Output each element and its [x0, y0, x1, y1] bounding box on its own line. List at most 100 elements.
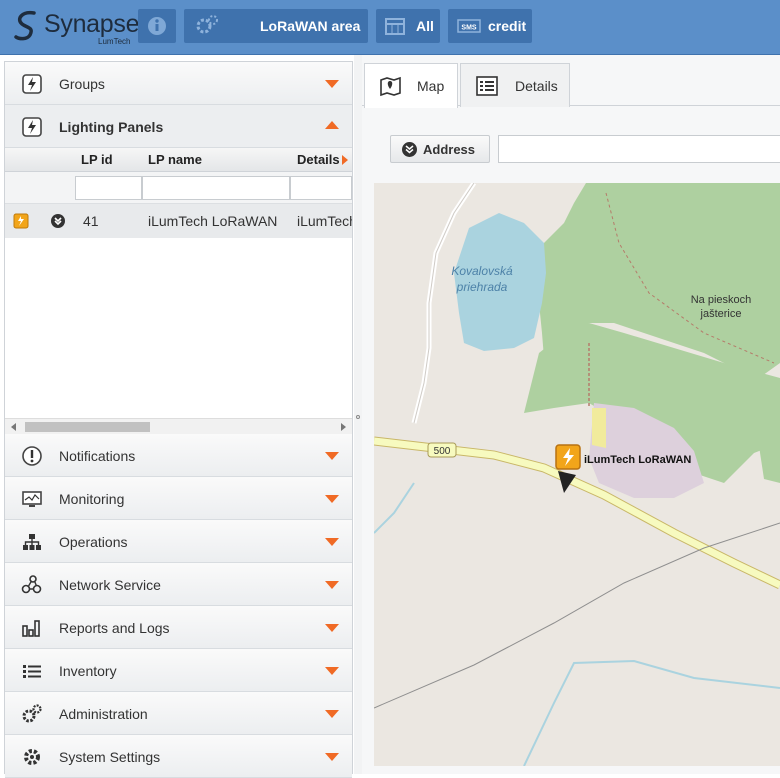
tab-bar: Map Details: [362, 55, 780, 108]
chevron-down-icon: [325, 452, 339, 460]
gears-icon: [196, 15, 218, 34]
area-label: LoRaWAN area: [260, 18, 361, 34]
network-service-label: Network Service: [59, 577, 161, 593]
scroll-right-icon[interactable]: [341, 155, 349, 165]
synapse-logo-mark: [14, 10, 36, 41]
administration-label: Administration: [59, 706, 148, 722]
credit-label: credit: [488, 18, 527, 34]
grid-header: LP id LP name Details: [5, 148, 352, 172]
details-icon: [476, 76, 498, 96]
chevron-down-icon: [325, 753, 339, 761]
network-service-header[interactable]: Network Service: [5, 563, 352, 606]
column-header-lp-name[interactable]: LP name: [148, 152, 202, 167]
chevron-down-icon: [325, 667, 339, 675]
filter-details-input[interactable]: [290, 176, 352, 200]
notifications-header[interactable]: Notifications: [5, 434, 352, 477]
address-button-label: Address: [423, 142, 476, 157]
exclamation-icon: [22, 446, 42, 466]
horizontal-scrollbar[interactable]: [5, 418, 352, 434]
scrollbar-thumb[interactable]: [25, 422, 150, 432]
chevron-down-icon: [325, 495, 339, 503]
chevron-up-icon: [325, 121, 339, 129]
sms-icon: SMS: [457, 19, 481, 33]
system-settings-header[interactable]: System Settings: [5, 735, 352, 778]
main-area: Map Details Address 500 Kovalovská prieh…: [362, 55, 780, 774]
filter-all-button[interactable]: All: [376, 9, 440, 43]
groups-label: Groups: [59, 76, 105, 92]
stream: [523, 659, 780, 766]
notifications-label: Notifications: [59, 448, 136, 464]
monitoring-label: Monitoring: [59, 491, 125, 507]
administration-header[interactable]: Administration: [5, 692, 352, 735]
reports-and-logs-header[interactable]: Reports and Logs: [5, 606, 352, 649]
system-settings-label: System Settings: [59, 749, 161, 765]
column-header-lp-id[interactable]: LP id: [81, 152, 113, 167]
panel-splitter[interactable]: [354, 55, 362, 774]
synapse-logo: Synapse LumTech: [10, 6, 140, 48]
groups-header[interactable]: Groups: [5, 62, 352, 105]
address-button[interactable]: Address: [390, 135, 490, 163]
inventory-header[interactable]: Inventory: [5, 649, 352, 692]
row-lp-id: 41: [83, 213, 99, 229]
table-row[interactable]: 41 iLumTech LoRaWAN iLumTech: [5, 204, 352, 238]
top-bar: Synapse LumTech LoRaWAN area All SMS cre…: [0, 0, 780, 55]
monitoring-header[interactable]: Monitoring: [5, 477, 352, 520]
row-details: iLumTech: [297, 213, 352, 229]
brand-name: Synapse: [44, 10, 140, 38]
chevron-down-icon: [325, 538, 339, 546]
reports-and-logs-label: Reports and Logs: [59, 620, 170, 636]
left-panel: Groups Lighting Panels LP id LP name Det…: [4, 61, 353, 778]
tab-map[interactable]: Map: [364, 63, 458, 108]
lightning-icon: [22, 117, 42, 137]
operations-header[interactable]: Operations: [5, 520, 352, 563]
chevron-down-icon: [325, 80, 339, 88]
lighting-panel-status-icon: [13, 213, 29, 229]
address-input[interactable]: [498, 135, 780, 163]
gears-icon: [22, 704, 42, 723]
tab-details[interactable]: Details: [460, 63, 570, 107]
grid-filter-row: [5, 172, 352, 204]
reservoir-label-line2: priehrada: [456, 280, 508, 294]
area-label-line1: Na pieskoch: [691, 294, 752, 306]
chevron-down-icon: [325, 710, 339, 718]
filter-all-label: All: [416, 18, 434, 34]
marker-label: iLumTech LoRaWAN: [584, 454, 691, 466]
lighting-panels-grid: LP id LP name Details 41 iLumTech LoRaWA…: [5, 148, 352, 434]
filter-lp-id-input[interactable]: [75, 176, 142, 200]
sms-icon-text: SMS: [461, 25, 477, 32]
map-view[interactable]: 500 Kovalovská priehrada Na pieskoch jaš…: [374, 183, 780, 766]
monitor-icon: [22, 491, 42, 507]
map-canvas[interactable]: 500 Kovalovská priehrada Na pieskoch jaš…: [374, 183, 780, 766]
filter-lp-name-input[interactable]: [142, 176, 290, 200]
industrial-plot: [592, 408, 606, 448]
calendar-icon: [385, 18, 405, 35]
tab-map-label: Map: [417, 78, 445, 94]
operations-label: Operations: [59, 534, 128, 550]
tab-details-label: Details: [515, 78, 558, 94]
gear-icon: [24, 749, 40, 765]
splitter-handle[interactable]: [356, 415, 360, 419]
list-icon: [23, 665, 41, 678]
network-icon: [21, 575, 42, 594]
area-label-line2: jašterice: [700, 308, 742, 320]
info-button[interactable]: [138, 9, 176, 43]
info-icon: [148, 17, 166, 35]
expand-row-icon[interactable]: [50, 213, 66, 229]
bar-chart-icon: [22, 620, 40, 637]
hierarchy-icon: [23, 534, 41, 550]
chevron-down-icon: [325, 581, 339, 589]
lighting-panels-label: Lighting Panels: [59, 119, 164, 135]
scroll-left-arrow-icon[interactable]: [11, 423, 16, 431]
row-lp-name: iLumTech LoRaWAN: [148, 213, 278, 229]
column-header-details[interactable]: Details: [297, 152, 340, 167]
chevron-down-icon: [325, 624, 339, 632]
credit-button[interactable]: SMS credit: [448, 9, 532, 43]
stream: [374, 482, 415, 534]
lighting-panels-header[interactable]: Lighting Panels: [5, 105, 352, 148]
road-number-label: 500: [434, 446, 451, 457]
reservoir-label-line1: Kovalovská: [451, 264, 513, 278]
map-icon: [380, 76, 401, 97]
brand-sub: LumTech: [98, 37, 131, 46]
area-selector-button[interactable]: LoRaWAN area: [184, 9, 368, 43]
scroll-right-arrow-icon[interactable]: [341, 423, 346, 431]
